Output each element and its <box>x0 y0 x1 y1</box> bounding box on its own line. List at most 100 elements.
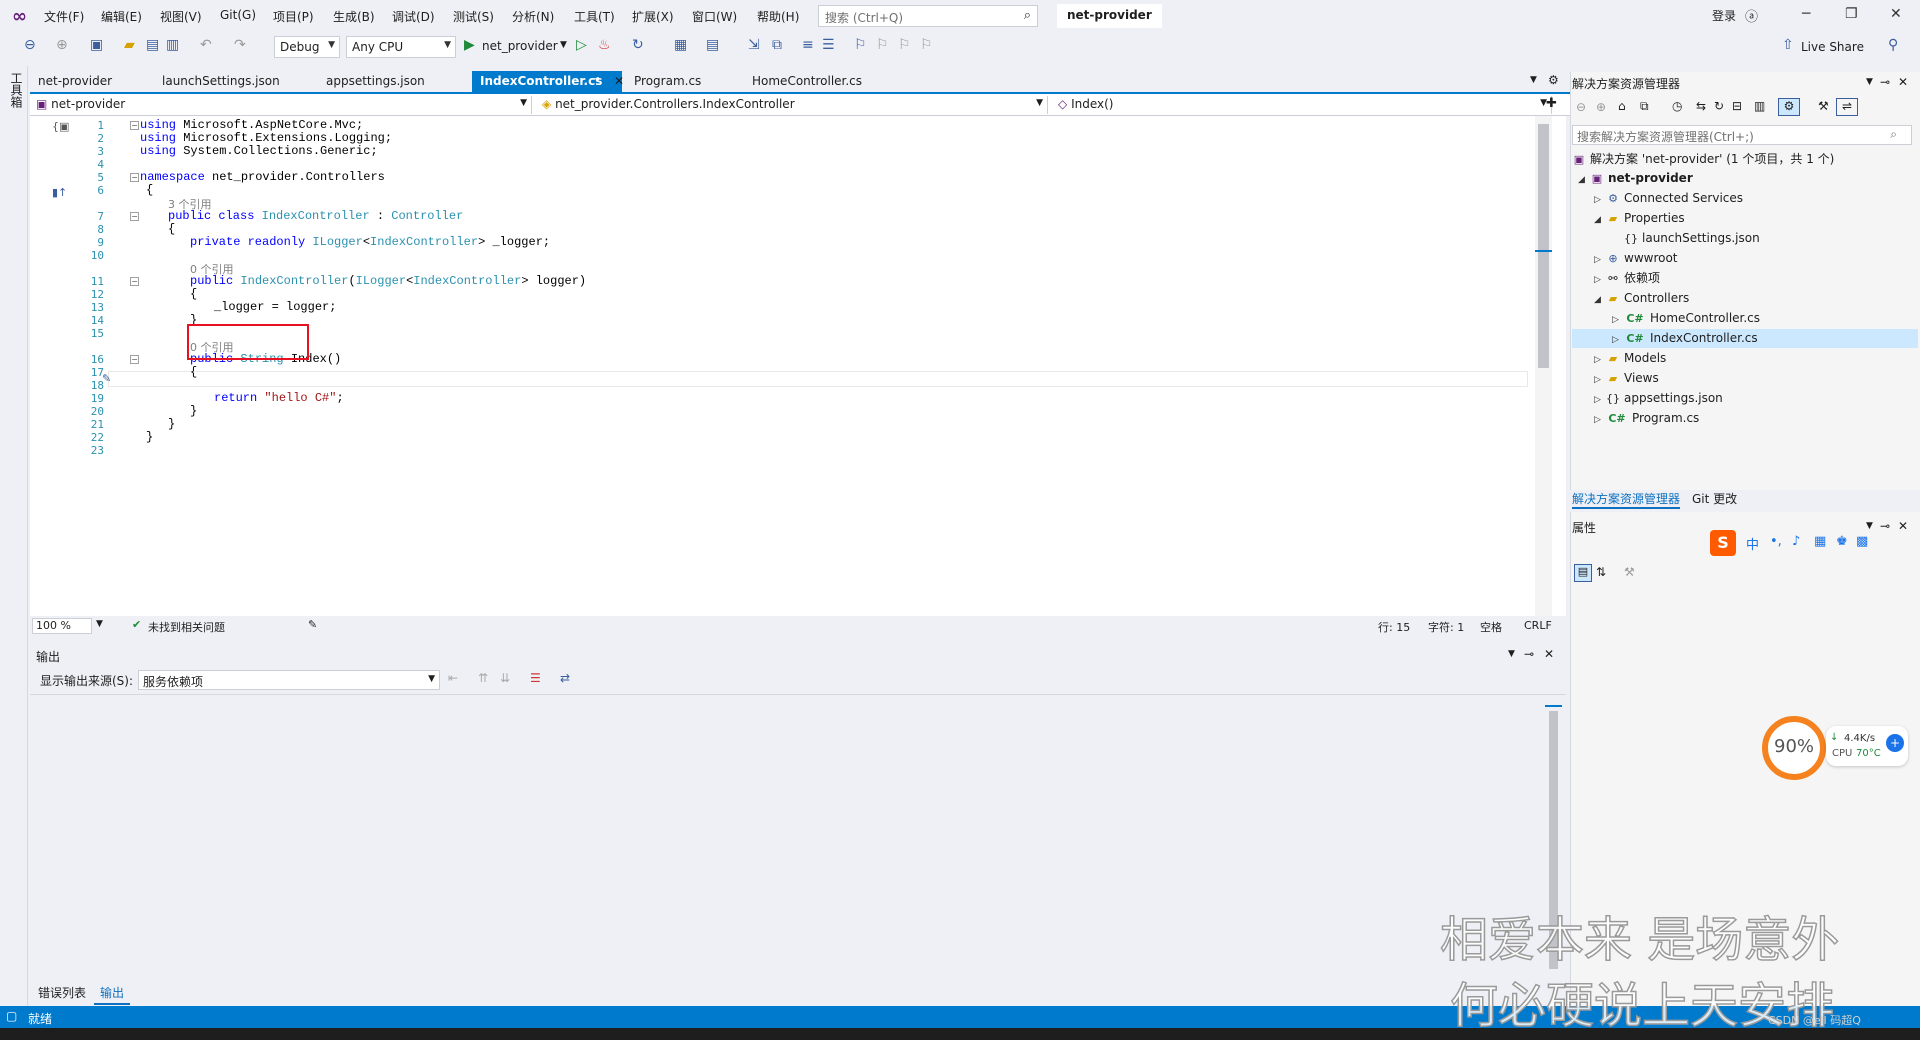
chevron-down-icon[interactable]: ▼ <box>560 40 567 50</box>
expand-arrow-icon[interactable]: ▷ <box>1594 251 1606 269</box>
menu-git[interactable]: Git(G) <box>220 8 256 22</box>
fold-toggle[interactable]: − <box>130 355 139 364</box>
vertical-scrollbar[interactable] <box>1535 116 1552 616</box>
sogou-ime-logo-icon[interactable]: S <box>1710 530 1736 556</box>
back-icon[interactable]: ⊖ <box>24 37 36 53</box>
forward-icon[interactable]: ⊕ <box>56 37 68 53</box>
go-to-location-icon[interactable]: ⇤ <box>448 671 458 685</box>
expand-arrow-icon[interactable]: ▷ <box>1594 371 1606 389</box>
ime-chinese-icon[interactable]: 中 <box>1746 534 1759 553</box>
tab-git-changes[interactable]: Git 更改 <box>1692 490 1737 507</box>
code-editor[interactable]: {▣ ▮↑ ✎ 1 2 3 4 5 6 7 8 9 10 11 12 13 14… <box>30 116 1566 616</box>
minimize-icon[interactable]: ─ <box>1802 6 1810 22</box>
properties-wrench-icon[interactable]: ⚒ <box>1818 99 1829 113</box>
platform-select[interactable]: Any CPU ▼ <box>346 36 456 58</box>
tree-item-indexcontroller[interactable]: ▷ C# IndexController.cs <box>1612 329 1758 347</box>
indent-icon[interactable]: ≡ <box>802 37 814 53</box>
menu-help[interactable]: 帮助(H) <box>757 8 799 25</box>
scroll-thumb[interactable] <box>1538 124 1549 368</box>
expand-arrow-icon[interactable]: ▷ <box>1612 331 1624 349</box>
fold-toggle[interactable]: − <box>130 212 139 221</box>
back-icon[interactable]: ⊖ <box>1576 100 1586 114</box>
refresh-icon[interactable]: ↻ <box>632 37 644 53</box>
expand-arrow-icon[interactable]: ▷ <box>1612 311 1624 329</box>
tree-item-views[interactable]: ▷ ▰ Views <box>1594 369 1659 387</box>
alphabetical-icon[interactable]: ⇅ <box>1596 565 1606 579</box>
next-message-icon[interactable]: ⇊ <box>500 671 510 685</box>
ime-punct-icon[interactable]: •, <box>1770 534 1782 549</box>
expand-arrow-icon[interactable]: ▷ <box>1594 411 1606 429</box>
menu-file[interactable]: 文件(F) <box>44 8 84 25</box>
live-share-button[interactable]: Live Share <box>1801 40 1864 54</box>
expand-arrow-icon[interactable]: ◢ <box>1594 211 1606 229</box>
expand-arrow-icon[interactable]: ◢ <box>1578 171 1590 189</box>
home-icon[interactable]: ⌂ <box>1618 99 1626 113</box>
chevron-down-icon[interactable]: ▼ <box>1508 649 1515 659</box>
tree-item-controllers[interactable]: ◢ ▰ Controllers <box>1594 289 1689 307</box>
tab-solution-explorer[interactable]: 解决方案资源管理器 <box>1572 490 1681 509</box>
forward-icon[interactable]: ⊕ <box>1596 100 1606 114</box>
close-tab-icon[interactable]: ✕ <box>614 74 624 88</box>
chevron-down-icon[interactable]: ▼ <box>1866 521 1873 531</box>
run-icon[interactable]: ▶ <box>464 37 475 53</box>
tree-item-homecontroller[interactable]: ▷ C# HomeController.cs <box>1612 309 1760 327</box>
pin-icon[interactable]: ⊸ <box>1880 75 1890 89</box>
solution-search-input[interactable]: 搜索解决方案资源管理器(Ctrl+;) ⌕ <box>1572 125 1912 145</box>
fold-toggle[interactable]: − <box>130 173 139 182</box>
menu-view[interactable]: 视图(V) <box>160 8 202 25</box>
refresh-icon[interactable]: ↻ <box>1714 99 1724 113</box>
tab-program[interactable]: Program.cs <box>626 71 742 92</box>
tree-item-dependencies[interactable]: ▷ ⚯ 依赖项 <box>1594 269 1660 287</box>
issues-status[interactable]: 未找到相关问题 <box>148 619 225 635</box>
menu-edit[interactable]: 编辑(E) <box>101 8 142 25</box>
class-dropdown[interactable]: ◈ net_provider.Controllers.IndexControll… <box>536 96 1048 114</box>
sync-icon[interactable]: ⇆ <box>1696 99 1706 113</box>
expand-arrow-icon[interactable]: ▷ <box>1594 351 1606 369</box>
comment-icon[interactable]: ☰ <box>822 37 835 53</box>
account-icon[interactable]: ⚲ <box>1888 37 1898 53</box>
search-input[interactable]: 搜索 (Ctrl+Q) ⌕ <box>818 5 1038 27</box>
expand-arrow-icon[interactable]: ▷ <box>1594 391 1606 409</box>
menu-debug[interactable]: 调试(D) <box>392 8 435 25</box>
project-dropdown[interactable]: ▣ net-provider ▼ <box>30 96 532 114</box>
tree-item-launchsettings[interactable]: {} launchSettings.json <box>1624 229 1760 247</box>
pin-icon[interactable]: ⊸ <box>592 74 600 85</box>
tree-item-properties[interactable]: ◢ ▰ Properties <box>1594 209 1685 227</box>
bookmark-next-icon[interactable]: ⚐ <box>898 37 911 53</box>
live-share-icon[interactable]: ⇧ <box>1782 37 1794 53</box>
tab-list-dropdown-icon[interactable]: ▼ <box>1530 75 1537 85</box>
hot-reload-icon[interactable]: ♨ <box>598 37 611 53</box>
chevron-down-icon[interactable]: ▼ <box>96 619 103 629</box>
close-icon[interactable]: ✕ <box>1898 75 1908 89</box>
ime-keyboard-icon[interactable]: ▦ <box>1814 534 1826 549</box>
member-dropdown[interactable]: ◇ Index() ▼ <box>1052 96 1552 114</box>
pin-icon[interactable]: ⊸ <box>1880 519 1890 533</box>
boost-icon[interactable]: + <box>1886 734 1904 752</box>
ime-skin-icon[interactable]: ♚ <box>1836 534 1848 549</box>
tab-homecontroller[interactable]: HomeController.cs <box>744 71 944 92</box>
step-icon[interactable]: ⇲ <box>748 37 760 53</box>
show-all-files-icon[interactable]: ▥ <box>1754 99 1765 113</box>
close-icon[interactable]: ✕ <box>1544 647 1554 661</box>
tab-appsettings[interactable]: appsettings.json <box>318 71 470 92</box>
run-target[interactable]: net_provider <box>482 39 558 53</box>
expand-arrow-icon[interactable]: ◢ <box>1594 291 1606 309</box>
fold-toggle[interactable]: − <box>130 277 139 286</box>
tree-item-connected-services[interactable]: ▷ ⚙ Connected Services <box>1594 189 1743 207</box>
menu-tools[interactable]: 工具(T) <box>574 8 615 25</box>
preview-icon[interactable]: ⚙ <box>1778 98 1800 116</box>
bookmark-prev-icon[interactable]: ⚐ <box>876 37 889 53</box>
save-all-icon[interactable]: ▥ <box>166 37 179 53</box>
split-editor-icon[interactable]: ✚ <box>1546 96 1557 111</box>
pin-icon[interactable]: ⊸ <box>1524 647 1534 661</box>
expand-arrow-icon[interactable]: ▷ <box>1594 271 1606 289</box>
feedback-icon[interactable]: ⓐ <box>1745 6 1758 25</box>
word-wrap-icon[interactable]: ⇄ <box>560 671 570 685</box>
browser-link-icon[interactable]: ▦ <box>674 37 687 53</box>
output-text-area[interactable] <box>30 694 1566 978</box>
menu-extensions[interactable]: 扩展(X) <box>632 8 674 25</box>
menu-project[interactable]: 项目(P) <box>273 8 314 25</box>
collapse-all-icon[interactable]: ⊟ <box>1732 99 1742 113</box>
zoom-select[interactable]: 100 % <box>32 618 92 634</box>
ime-voice-icon[interactable]: ♪ <box>1792 534 1800 549</box>
